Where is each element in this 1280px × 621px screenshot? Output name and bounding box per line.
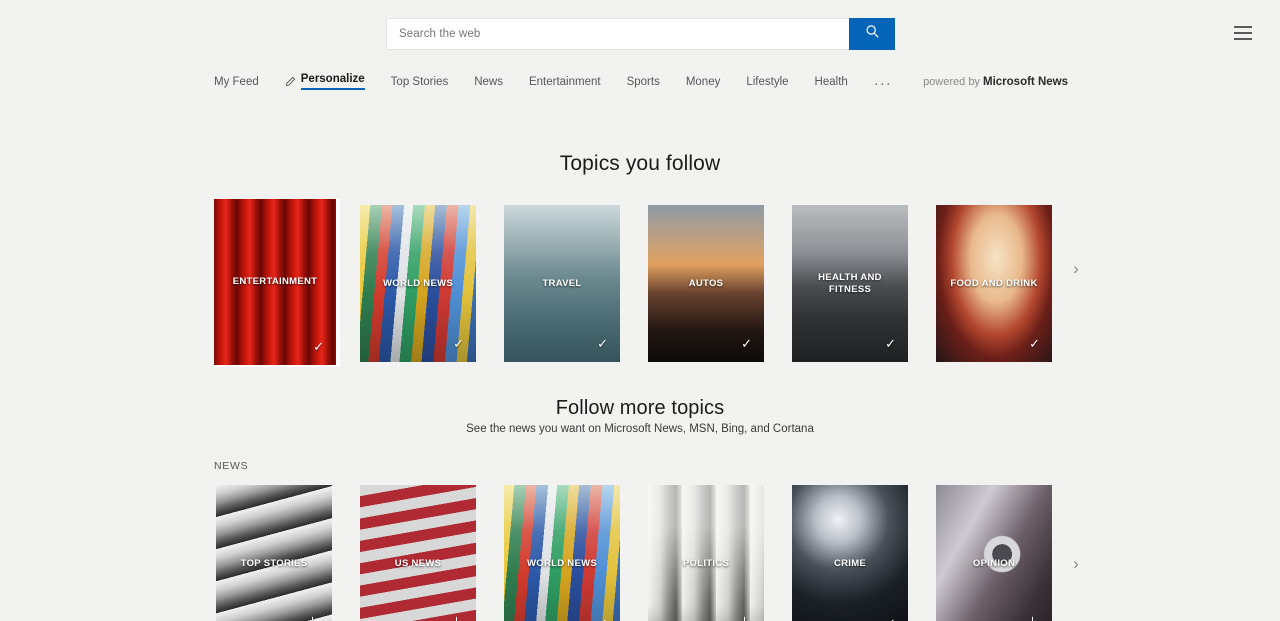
hamburger-menu-icon[interactable] (1234, 26, 1252, 40)
topic-card-thumbnail (360, 485, 476, 621)
nav-item-lifestyle[interactable]: Lifestyle (746, 76, 788, 93)
nav-label: Sports (626, 75, 660, 88)
nav-label: Money (685, 75, 721, 88)
followed-topics-card-list: ENTERTAINMENT ✓ WORLD NEWS ✓ TRAVEL ✓ AUTOS ✓ HE… (214, 199, 1065, 367)
topic-card-label: ENTERTAINMENT (232, 276, 318, 287)
topic-card-world-news[interactable]: WORLD NEWS ✓ (360, 205, 476, 362)
topic-card-thumbnail (936, 485, 1052, 621)
topic-card-us-news[interactable]: US NEWS ＋ (360, 485, 476, 621)
topic-card-health-and-fitness[interactable]: HEALTH AND FITNESS ✓ (792, 205, 908, 362)
section-title-follow-more-topics: Follow more topics (555, 397, 725, 419)
nav-item-my-feed[interactable]: My Feed (214, 76, 259, 93)
topic-card-label: HEALTH AND FITNESS (818, 271, 882, 295)
topic-card-label: WORLD NEWS (526, 557, 598, 569)
follow-more-topics-section: Follow more topics See the news you want… (0, 397, 1280, 621)
nav-item-health[interactable]: Health (815, 76, 848, 93)
more-topics-carousel: TOP STORIES ＋ US NEWS ＋ WORLD NEWS ✓ POLITICS ＋… (0, 479, 1280, 621)
nav-item-sports[interactable]: Sports (627, 76, 660, 93)
plus-icon[interactable]: ＋ (1025, 616, 1040, 621)
topic-card-autos[interactable]: AUTOS ✓ (648, 205, 764, 362)
topic-card-label: OPINION (972, 557, 1016, 569)
topic-card-world-news[interactable]: WORLD NEWS ✓ (504, 485, 620, 621)
search-bar: Search the web (386, 18, 895, 50)
check-icon[interactable]: ✓ (597, 337, 608, 350)
nav-item-personalize[interactable]: Personalize (285, 73, 365, 95)
topic-card-top-stories[interactable]: TOP STORIES ＋ (216, 485, 332, 621)
search-input[interactable]: Search the web (386, 18, 849, 50)
topic-group-label-news: NEWS (214, 460, 249, 472)
nav-label: Top Stories (390, 75, 449, 88)
topic-card-entertainment[interactable]: ENTERTAINMENT ✓ (214, 199, 336, 365)
nav-label: News (474, 75, 503, 88)
more-topics-card-list: TOP STORIES ＋ US NEWS ＋ WORLD NEWS ✓ POLITICS ＋… (214, 479, 1065, 621)
topic-card-label: AUTOS (688, 277, 724, 289)
search-placeholder: Search the web (399, 28, 481, 40)
section-subtitle-follow-more-topics: See the news you want on Microsoft News,… (466, 423, 814, 435)
plus-icon[interactable]: ＋ (449, 616, 464, 621)
main-navigation: My Feed Personalize Top Stories News Ent… (0, 68, 1280, 100)
nav-label: Health (814, 75, 848, 88)
plus-icon[interactable]: ＋ (737, 616, 752, 621)
search-button[interactable] (849, 18, 895, 50)
powered-by-label: powered by Microsoft News (923, 76, 1068, 88)
topic-card-label: TRAVEL (542, 277, 582, 289)
topic-card-label: US NEWS (394, 557, 442, 569)
topic-card-thumbnail (216, 485, 332, 621)
check-icon[interactable]: ✓ (453, 337, 464, 350)
search-icon (865, 24, 880, 44)
check-icon[interactable]: ✓ (597, 617, 608, 621)
nav-item-top-stories[interactable]: Top Stories (391, 76, 449, 93)
check-icon[interactable]: ✓ (313, 340, 324, 353)
topic-card-politics[interactable]: POLITICS ＋ (648, 485, 764, 621)
topic-card-label: WORLD NEWS (382, 277, 454, 289)
topic-card-thumbnail (648, 485, 764, 621)
top-bar: Search the web (0, 0, 1280, 68)
nav-label: Entertainment (528, 75, 601, 88)
topic-card-label: TOP STORIES (240, 557, 308, 569)
topic-card-food-and-drink[interactable]: FOOD AND DRINK ✓ (936, 205, 1052, 362)
powered-by-prefix: powered by (923, 76, 983, 88)
nav-item-news[interactable]: News (474, 76, 503, 93)
nav-label: Personalize (300, 73, 365, 90)
section-title-topics-you-follow: Topics you follow (559, 152, 721, 175)
topics-you-follow-section: Topics you follow ENTERTAINMENT ✓ WORLD NE… (0, 152, 1280, 367)
plus-icon[interactable]: ＋ (305, 616, 320, 621)
nav-overflow-icon[interactable]: ··· (874, 76, 892, 91)
followed-topics-carousel: ENTERTAINMENT ✓ WORLD NEWS ✓ TRAVEL ✓ AUTOS ✓ HE… (0, 199, 1280, 367)
check-icon[interactable]: ✓ (885, 337, 896, 350)
check-icon[interactable]: ✓ (1029, 337, 1040, 350)
carousel-next-chevron-icon-row1[interactable]: › (1066, 256, 1086, 282)
topic-card-opinion[interactable]: OPINION ＋ (936, 485, 1052, 621)
nav-item-entertainment[interactable]: Entertainment (529, 76, 601, 93)
topic-card-thumbnail (792, 485, 908, 621)
topic-card-crime[interactable]: CRIME ✓ (792, 485, 908, 621)
powered-by-brand: Microsoft News (983, 76, 1068, 88)
nav-label: My Feed (214, 75, 259, 88)
topic-card-label: POLITICS (682, 557, 730, 569)
carousel-next-chevron-icon-row2[interactable]: › (1066, 551, 1086, 577)
topic-card-travel[interactable]: TRAVEL ✓ (504, 205, 620, 362)
pencil-icon (285, 76, 296, 87)
nav-label: Lifestyle (746, 75, 789, 88)
check-icon[interactable]: ✓ (741, 337, 752, 350)
topic-card-thumbnail (504, 485, 620, 621)
topic-card-label: CRIME (833, 557, 867, 569)
topic-card-label: FOOD AND DRINK (950, 277, 1038, 289)
nav-item-money[interactable]: Money (686, 76, 721, 93)
check-icon[interactable]: ✓ (885, 617, 896, 621)
